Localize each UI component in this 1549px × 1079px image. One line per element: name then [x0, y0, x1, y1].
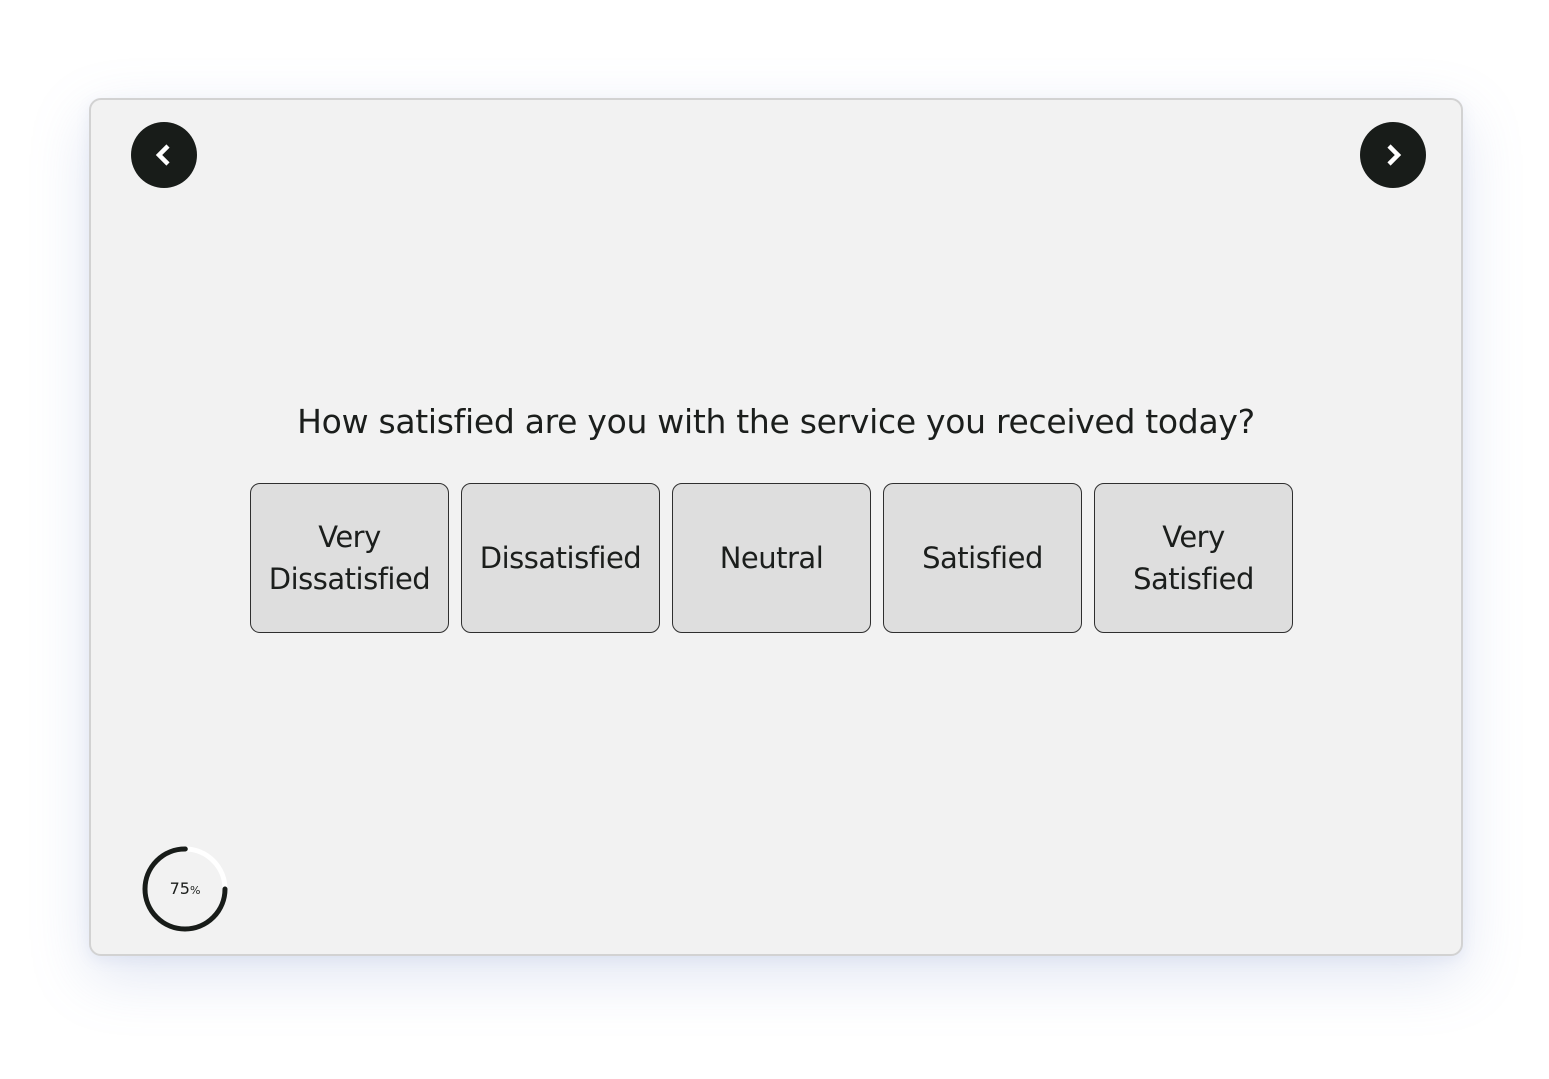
previous-button[interactable] — [131, 122, 197, 188]
option-neutral[interactable]: Neutral — [672, 483, 871, 633]
option-dissatisfied[interactable]: Dissatisfied — [461, 483, 660, 633]
option-label-line1: Dissatisfied — [479, 541, 642, 575]
option-label-line1: Very — [1162, 520, 1225, 554]
chevron-right-icon — [1387, 144, 1402, 166]
survey-question: How satisfied are you with the service y… — [297, 402, 1255, 441]
progress-unit: % — [189, 884, 201, 897]
option-label-line2: Satisfied — [1133, 562, 1254, 596]
rating-options: Very Dissatisfied Dissatisfied Neutral S… — [250, 483, 1293, 633]
option-label-line1: Neutral — [719, 541, 824, 575]
progress-value: 75 — [169, 879, 190, 898]
option-label-line1: Satisfied — [922, 541, 1043, 575]
chevron-left-icon — [155, 144, 170, 166]
survey-card: How satisfied are you with the service y… — [89, 98, 1463, 956]
next-button[interactable] — [1360, 122, 1426, 188]
option-label-line1: Very — [318, 520, 381, 554]
progress-label: 75% — [140, 879, 230, 898]
option-very-dissatisfied[interactable]: Very Dissatisfied — [250, 483, 449, 633]
option-satisfied[interactable]: Satisfied — [883, 483, 1082, 633]
progress-indicator: 75% — [140, 844, 230, 934]
option-very-satisfied[interactable]: Very Satisfied — [1094, 483, 1293, 633]
option-label-line2: Dissatisfied — [268, 562, 431, 596]
page-background: How satisfied are you with the service y… — [0, 0, 1549, 1079]
